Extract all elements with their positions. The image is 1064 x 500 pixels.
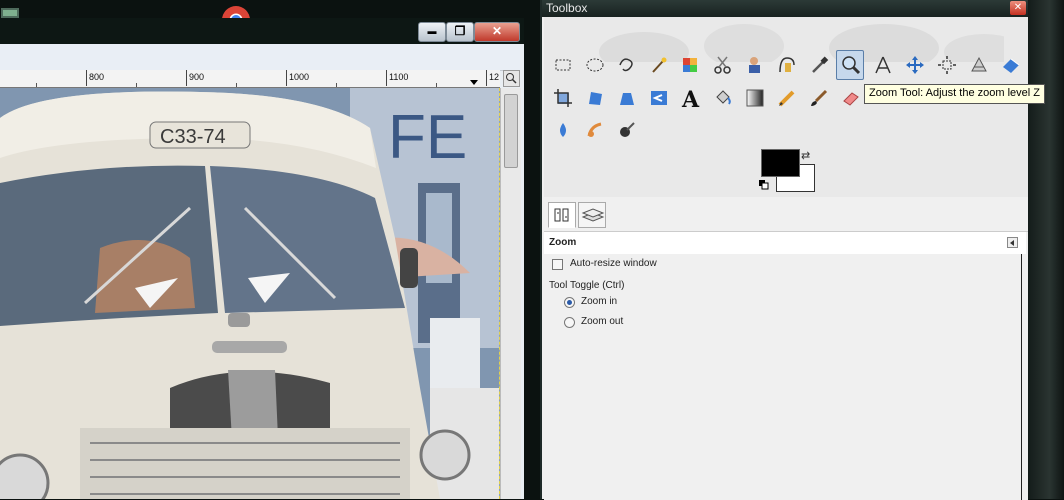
eraser-icon[interactable] — [838, 85, 864, 111]
svg-text:A: A — [681, 88, 700, 110]
ruler-label: 1100 — [389, 72, 409, 82]
color-picker-icon[interactable] — [806, 52, 832, 78]
maximize-button[interactable]: ❐ — [446, 22, 474, 42]
toolbox-window: Toolbox ✕ A ⇄ Zoom Auto-resize window To… — [540, 0, 1028, 500]
auto-resize-label: Auto-resize window — [570, 258, 657, 269]
tool-palette: A ⇄ — [544, 17, 1028, 197]
photo-sign-text: FE — [388, 103, 467, 172]
tool-options-tab[interactable] — [548, 202, 576, 228]
fuzzy-select-icon[interactable] — [646, 52, 672, 78]
tool-toggle-label: Tool Toggle (Ctrl) — [549, 280, 625, 291]
swap-colors-icon[interactable]: ⇄ — [801, 149, 810, 162]
scrollbar-thumb[interactable] — [504, 94, 518, 168]
text-icon[interactable]: A — [678, 85, 704, 111]
layers-tab[interactable] — [578, 202, 606, 228]
pencil-icon[interactable] — [774, 85, 800, 111]
zoom-out-radio[interactable] — [564, 317, 575, 328]
desktop-background — [1028, 0, 1064, 499]
select-by-color-icon[interactable] — [678, 52, 704, 78]
photo-plate-text: C33-74 — [160, 126, 226, 148]
toolbox-title: Toolbox — [542, 0, 1028, 17]
ellipse-select-icon[interactable] — [582, 52, 608, 78]
paths-icon[interactable] — [774, 52, 800, 78]
paintbrush-icon[interactable] — [806, 85, 832, 111]
panel-divider — [1021, 254, 1022, 500]
ruler-label: 800 — [89, 72, 105, 82]
tool-options-header: Zoom — [544, 232, 1026, 254]
foreground-select-icon[interactable] — [742, 52, 768, 78]
panel-menu-button[interactable] — [1007, 237, 1018, 248]
toolbox-close-button[interactable]: ✕ — [1010, 1, 1026, 15]
ink-icon[interactable] — [614, 117, 640, 143]
shear-icon[interactable] — [646, 85, 672, 111]
zoom-tool-tooltip: Zoom Tool: Adjust the zoom level Z — [864, 84, 1045, 104]
navigate-icon[interactable] — [503, 70, 520, 87]
foreground-color-swatch[interactable] — [761, 149, 800, 177]
ruler-label: 1000 — [289, 72, 310, 82]
smudge-icon[interactable] — [582, 117, 608, 143]
zoom-in-label: Zoom in — [581, 296, 618, 307]
menu-bar — [0, 44, 520, 71]
image-canvas[interactable]: FE C33-74 — [0, 88, 500, 499]
measure-icon[interactable] — [870, 52, 896, 78]
zoom-out-label: Zoom out — [581, 316, 624, 327]
minimize-button[interactable]: ▬ — [418, 22, 446, 42]
image-window: ▬ ❐ ✕ 800 900 1000 1100 12 FE C33-74 — [0, 18, 524, 499]
image-window-titlebar: ▬ ❐ ✕ — [0, 18, 524, 44]
flip-icon[interactable] — [998, 52, 1024, 78]
vertical-scrollbar[interactable] — [500, 88, 521, 499]
default-colors-icon[interactable] — [759, 180, 769, 190]
zoom-icon[interactable] — [836, 50, 864, 80]
rect-select-icon[interactable] — [550, 52, 576, 78]
crop-icon[interactable] — [550, 85, 576, 111]
scissors-icon[interactable] — [710, 52, 736, 78]
transform-icon[interactable] — [966, 52, 992, 78]
dock-tabs — [544, 200, 1028, 232]
rotate-icon[interactable] — [582, 85, 608, 111]
blend-icon[interactable] — [742, 85, 768, 111]
auto-resize-checkbox[interactable] — [552, 259, 563, 270]
horizontal-ruler: 800 900 1000 1100 12 — [0, 70, 500, 88]
ruler-label: 12 — [489, 72, 500, 82]
free-select-icon[interactable] — [614, 52, 640, 78]
scale-icon[interactable] — [614, 85, 640, 111]
ruler-label: 900 — [189, 72, 205, 82]
tool-options-panel: Zoom Auto-resize window Tool Toggle (Ctr… — [544, 231, 1028, 500]
dodge-icon[interactable] — [550, 117, 576, 143]
align-icon[interactable] — [934, 52, 960, 78]
zoom-in-radio[interactable] — [564, 297, 575, 308]
bucket-fill-icon[interactable] — [710, 85, 736, 111]
close-button[interactable]: ✕ — [474, 22, 520, 42]
move-icon[interactable] — [902, 52, 928, 78]
